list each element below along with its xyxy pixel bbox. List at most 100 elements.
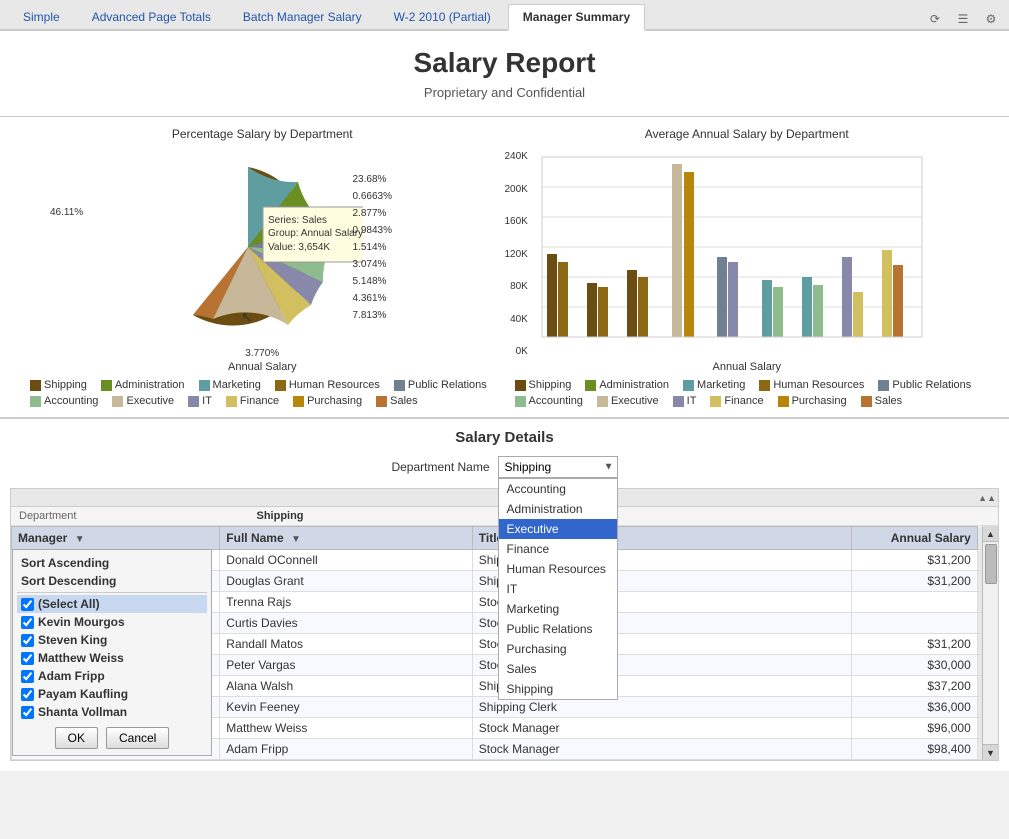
scroll-down-button[interactable]: ▼ xyxy=(983,744,998,760)
tab-manager-summary[interactable]: Manager Summary xyxy=(508,4,645,31)
filter-adam-fripp[interactable]: Adam Fripp xyxy=(17,667,207,685)
filter-row: Department Name Shipping ▼ Accounting Ad… xyxy=(0,456,1009,478)
sort-desc-option[interactable]: Sort Descending xyxy=(17,572,207,590)
scroll-thumb[interactable] xyxy=(985,544,997,584)
filter-payam-checkbox[interactable] xyxy=(21,688,34,701)
dropdown-option-hr[interactable]: Human Resources xyxy=(499,559,617,579)
th-manager[interactable]: Manager ▼ Sort Ascending Sort Descending xyxy=(12,527,220,550)
settings-icon[interactable]: ⚙ xyxy=(981,9,1001,29)
scroll-up-button[interactable]: ▲ xyxy=(983,526,998,542)
bar-chart-container: Average Annual Salary by Department 0K 4… xyxy=(505,127,990,407)
bar-shipping-1[interactable] xyxy=(547,254,557,337)
bar-admin-1[interactable] xyxy=(627,270,637,337)
td-fullname-8: Matthew Weiss xyxy=(220,718,472,739)
filter-matthew-label: Matthew Weiss xyxy=(38,651,124,665)
dropdown-option-shipping[interactable]: Shipping xyxy=(499,679,617,699)
filter-payam-kaufling[interactable]: Payam Kaufling xyxy=(17,685,207,703)
legend-swatch-shipping xyxy=(30,380,41,391)
filter-adam-checkbox[interactable] xyxy=(21,670,34,683)
ok-button[interactable]: OK xyxy=(55,727,98,749)
dropdown-option-pr[interactable]: Public Relations xyxy=(499,619,617,639)
pct-label-7: 4.361% xyxy=(353,290,392,307)
report-title: Salary Report xyxy=(0,47,1009,79)
pie-tooltip-group: Group: Annual Salary xyxy=(268,228,363,239)
bar-fin-1[interactable] xyxy=(882,250,892,337)
legend-label-hr: Human Resources xyxy=(289,379,380,391)
legend-marketing: Marketing xyxy=(199,379,261,391)
bar-exec-2[interactable] xyxy=(684,172,694,337)
tab-simple[interactable]: Simple xyxy=(8,4,75,29)
dropdown-option-purchasing[interactable]: Purchasing xyxy=(499,639,617,659)
manager-col-filter: Sort Ascending Sort Descending (Select A… xyxy=(12,549,212,756)
bar-acc-1[interactable] xyxy=(802,277,812,337)
tab-advanced[interactable]: Advanced Page Totals xyxy=(77,4,226,29)
filter-shanta-vollman[interactable]: Shanta Vollman xyxy=(17,703,207,721)
legend-label-marketing: Marketing xyxy=(213,379,261,391)
dropdown-option-marketing[interactable]: Marketing xyxy=(499,599,617,619)
dropdown-option-it[interactable]: IT xyxy=(499,579,617,599)
legend-swatch-purchasing xyxy=(293,396,304,407)
legend-swatch-marketing xyxy=(199,380,210,391)
filter-matthew-weiss[interactable]: Matthew Weiss xyxy=(17,649,207,667)
select-all-checkbox[interactable] xyxy=(21,598,34,611)
bar-pr-1[interactable] xyxy=(717,257,727,337)
bar-it-2[interactable] xyxy=(853,292,863,337)
dropdown-option-sales[interactable]: Sales xyxy=(499,659,617,679)
filter-kevin-label: Kevin Mourgos xyxy=(38,615,125,629)
pie-tooltip-value: Value: 3,654K xyxy=(268,242,330,253)
select-all-option[interactable]: (Select All) xyxy=(17,595,207,613)
refresh-icon[interactable]: ⟳ xyxy=(925,9,945,29)
bar-label-finance: Finance xyxy=(724,395,763,407)
pct-label-1: 0.6663% xyxy=(353,188,392,205)
bar-swatch-marketing xyxy=(683,380,694,391)
manager-sort-icon: ▼ xyxy=(75,534,85,545)
filter-shanta-checkbox[interactable] xyxy=(21,706,34,719)
filter-shanta-label: Shanta Vollman xyxy=(38,705,127,719)
tab-batch[interactable]: Batch Manager Salary xyxy=(228,4,377,29)
legend-finance: Finance xyxy=(226,395,279,407)
bar-label-executive: Executive xyxy=(611,395,659,407)
bar-mkt-2[interactable] xyxy=(773,287,783,337)
td-fullname-9: Adam Fripp xyxy=(220,739,472,760)
bar-shipping-2[interactable] xyxy=(558,262,568,337)
dropdown-option-accounting[interactable]: Accounting xyxy=(499,479,617,499)
y-label-3: 120K xyxy=(505,249,528,260)
department-filter-select[interactable]: Shipping xyxy=(498,456,618,478)
scroll-track xyxy=(983,542,998,744)
legend-swatch-pr xyxy=(394,380,405,391)
th-salary[interactable]: Annual Salary xyxy=(851,527,977,550)
filter-matthew-checkbox[interactable] xyxy=(21,652,34,665)
td-salary-0: $31,200 xyxy=(851,550,977,571)
bar-acc-2[interactable] xyxy=(813,285,823,337)
pie-chart-container: Percentage Salary by Department xyxy=(20,127,505,407)
bar-it-1[interactable] xyxy=(842,257,852,337)
filter-steven-king[interactable]: Steven King xyxy=(17,631,207,649)
list-icon[interactable]: ☰ xyxy=(953,9,973,29)
dropdown-option-finance[interactable]: Finance xyxy=(499,539,617,559)
tab-w2[interactable]: W-2 2010 (Partial) xyxy=(379,4,506,29)
tabs-bar: Simple Advanced Page Totals Batch Manage… xyxy=(0,0,1009,31)
td-fullname-1: Douglas Grant xyxy=(220,571,472,592)
bar-hr-1[interactable] xyxy=(587,283,597,337)
cancel-button[interactable]: Cancel xyxy=(106,727,169,749)
bar-swatch-it xyxy=(673,396,684,407)
bar-mkt-1[interactable] xyxy=(762,280,772,337)
scroll-up-btn[interactable]: ▲▲ xyxy=(978,493,996,503)
filter-kevin-checkbox[interactable] xyxy=(21,616,34,629)
sort-asc-option[interactable]: Sort Ascending xyxy=(17,554,207,572)
bar-chart-svg xyxy=(532,147,932,367)
th-fullname[interactable]: Full Name ▼ xyxy=(220,527,472,550)
filter-steven-checkbox[interactable] xyxy=(21,634,34,647)
bar-fin-2[interactable] xyxy=(893,265,903,337)
dropdown-option-administration[interactable]: Administration xyxy=(499,499,617,519)
bar-legend-pr: Public Relations xyxy=(878,379,971,391)
bar-pr-2[interactable] xyxy=(728,262,738,337)
bar-hr-2[interactable] xyxy=(598,287,608,337)
legend-label-finance: Finance xyxy=(240,395,279,407)
dropdown-option-executive[interactable]: Executive xyxy=(499,519,617,539)
legend-it: IT xyxy=(188,395,212,407)
filter-kevin-mourgos[interactable]: Kevin Mourgos xyxy=(17,613,207,631)
bar-exec-1[interactable] xyxy=(672,164,682,337)
pie-chart-title: Percentage Salary by Department xyxy=(20,127,505,141)
bar-admin-2[interactable] xyxy=(638,277,648,337)
